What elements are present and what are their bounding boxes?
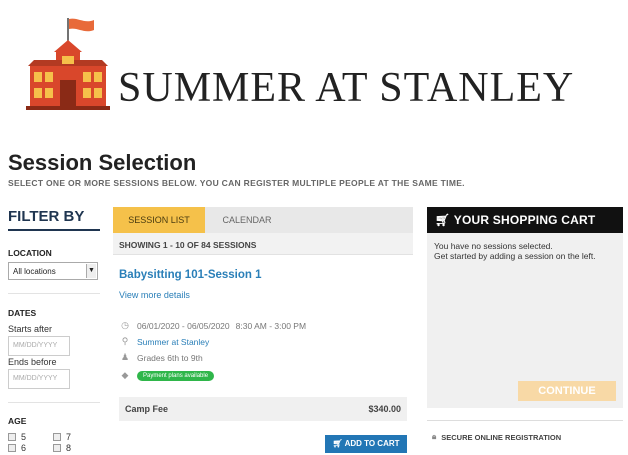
session-location: ⚲ Summer at Stanley <box>119 336 210 347</box>
starts-after-label: Starts after <box>8 324 53 334</box>
age-option-label: 5 <box>21 432 27 442</box>
fee-row: Camp Fee $340.00 <box>119 397 407 421</box>
age-option-label: 7 <box>66 432 72 442</box>
session-tags: ◆ Payment plans available <box>119 370 215 381</box>
filter-title: FILTER BY <box>8 208 85 225</box>
age-checkbox-5[interactable]: 5 <box>8 432 26 442</box>
session-grades: ♟ Grades 6th to 9th <box>119 352 203 363</box>
age-checkbox-6[interactable]: 6 <box>8 443 26 453</box>
session-grades-text: Grades 6th to 9th <box>137 352 203 363</box>
divider <box>427 420 623 421</box>
map-pin-icon: ⚲ <box>121 336 129 346</box>
cart-header: 🛒︎ YOUR SHOPPING CART <box>427 207 623 233</box>
fee-amount: $340.00 <box>368 404 401 414</box>
ends-before-input[interactable]: MM/DD/YYYY <box>8 369 70 389</box>
session-tabs: SESSION LIST CALENDAR <box>113 207 413 238</box>
cart-empty-hint: Get started by adding a session on the l… <box>434 251 596 261</box>
checkbox[interactable] <box>53 444 61 452</box>
age-option-label: 8 <box>66 443 72 453</box>
filter-underline <box>8 229 100 231</box>
ends-before-label: Ends before <box>8 357 57 367</box>
age-checkbox-7[interactable]: 7 <box>53 432 71 442</box>
age-option-label: 6 <box>21 443 27 453</box>
lock-icon: 🔒︎ <box>432 432 437 441</box>
age-label: AGE <box>8 416 27 426</box>
person-icon: ♟ <box>120 352 130 362</box>
location-select-value: All locations <box>13 267 56 276</box>
tab-calendar[interactable]: CALENDAR <box>217 207 277 233</box>
secure-registration: 🔒︎ SECURE ONLINE REGISTRATION <box>432 432 561 442</box>
tag-icon: ◆ <box>121 370 129 380</box>
chevron-down-icon: ▼ <box>86 264 96 278</box>
checkbox[interactable] <box>53 433 61 441</box>
session-datetime: ◷ 06/01/2020 - 06/05/2020 8:30 AM - 3:00… <box>119 320 306 331</box>
tab-session-list[interactable]: SESSION LIST <box>113 207 205 238</box>
page-title: Session Selection <box>8 150 197 175</box>
brand-name: SUMMER AT STANLEY <box>118 65 575 111</box>
add-to-cart-button[interactable]: 🛒︎ ADD TO CART <box>325 435 407 453</box>
starts-after-input[interactable]: MM/DD/YYYY <box>8 336 70 356</box>
view-details-link[interactable]: View more details <box>119 290 190 300</box>
cart-empty-message: You have no sessions selected. <box>434 241 553 251</box>
continue-button[interactable]: CONTINUE <box>518 381 616 401</box>
results-count: SHOWING 1 - 10 OF 84 SESSIONS <box>113 233 413 255</box>
checkbox[interactable] <box>8 433 16 441</box>
payment-plan-badge: Payment plans available <box>137 370 215 381</box>
fee-label: Camp Fee <box>125 404 169 414</box>
schoolhouse-logo <box>26 18 110 110</box>
page-subtitle: SELECT ONE OR MORE SESSIONS BELOW. YOU C… <box>8 178 465 188</box>
cart-icon: 🛒︎ <box>435 213 454 227</box>
checkbox[interactable] <box>8 444 16 452</box>
cart-title: YOUR SHOPPING CART <box>453 213 596 227</box>
divider <box>8 402 100 403</box>
add-to-cart-label: ADD TO CART <box>344 439 400 448</box>
session-location-link[interactable]: Summer at Stanley <box>137 337 209 347</box>
session-title-link[interactable]: Babysitting 101-Session 1 <box>119 269 262 281</box>
dates-label: DATES <box>8 308 37 318</box>
age-checkbox-8[interactable]: 8 <box>53 443 71 453</box>
secure-label: SECURE ONLINE REGISTRATION <box>441 432 562 442</box>
location-select[interactable]: All locations ▼ <box>8 262 98 280</box>
divider <box>8 293 100 294</box>
session-time: 8:30 AM - 3:00 PM <box>235 320 307 331</box>
session-dates: 06/01/2020 - 06/05/2020 <box>137 320 230 331</box>
cart-icon: 🛒︎ <box>332 439 345 448</box>
location-label: LOCATION <box>8 248 52 258</box>
clock-icon: ◷ <box>121 320 129 330</box>
